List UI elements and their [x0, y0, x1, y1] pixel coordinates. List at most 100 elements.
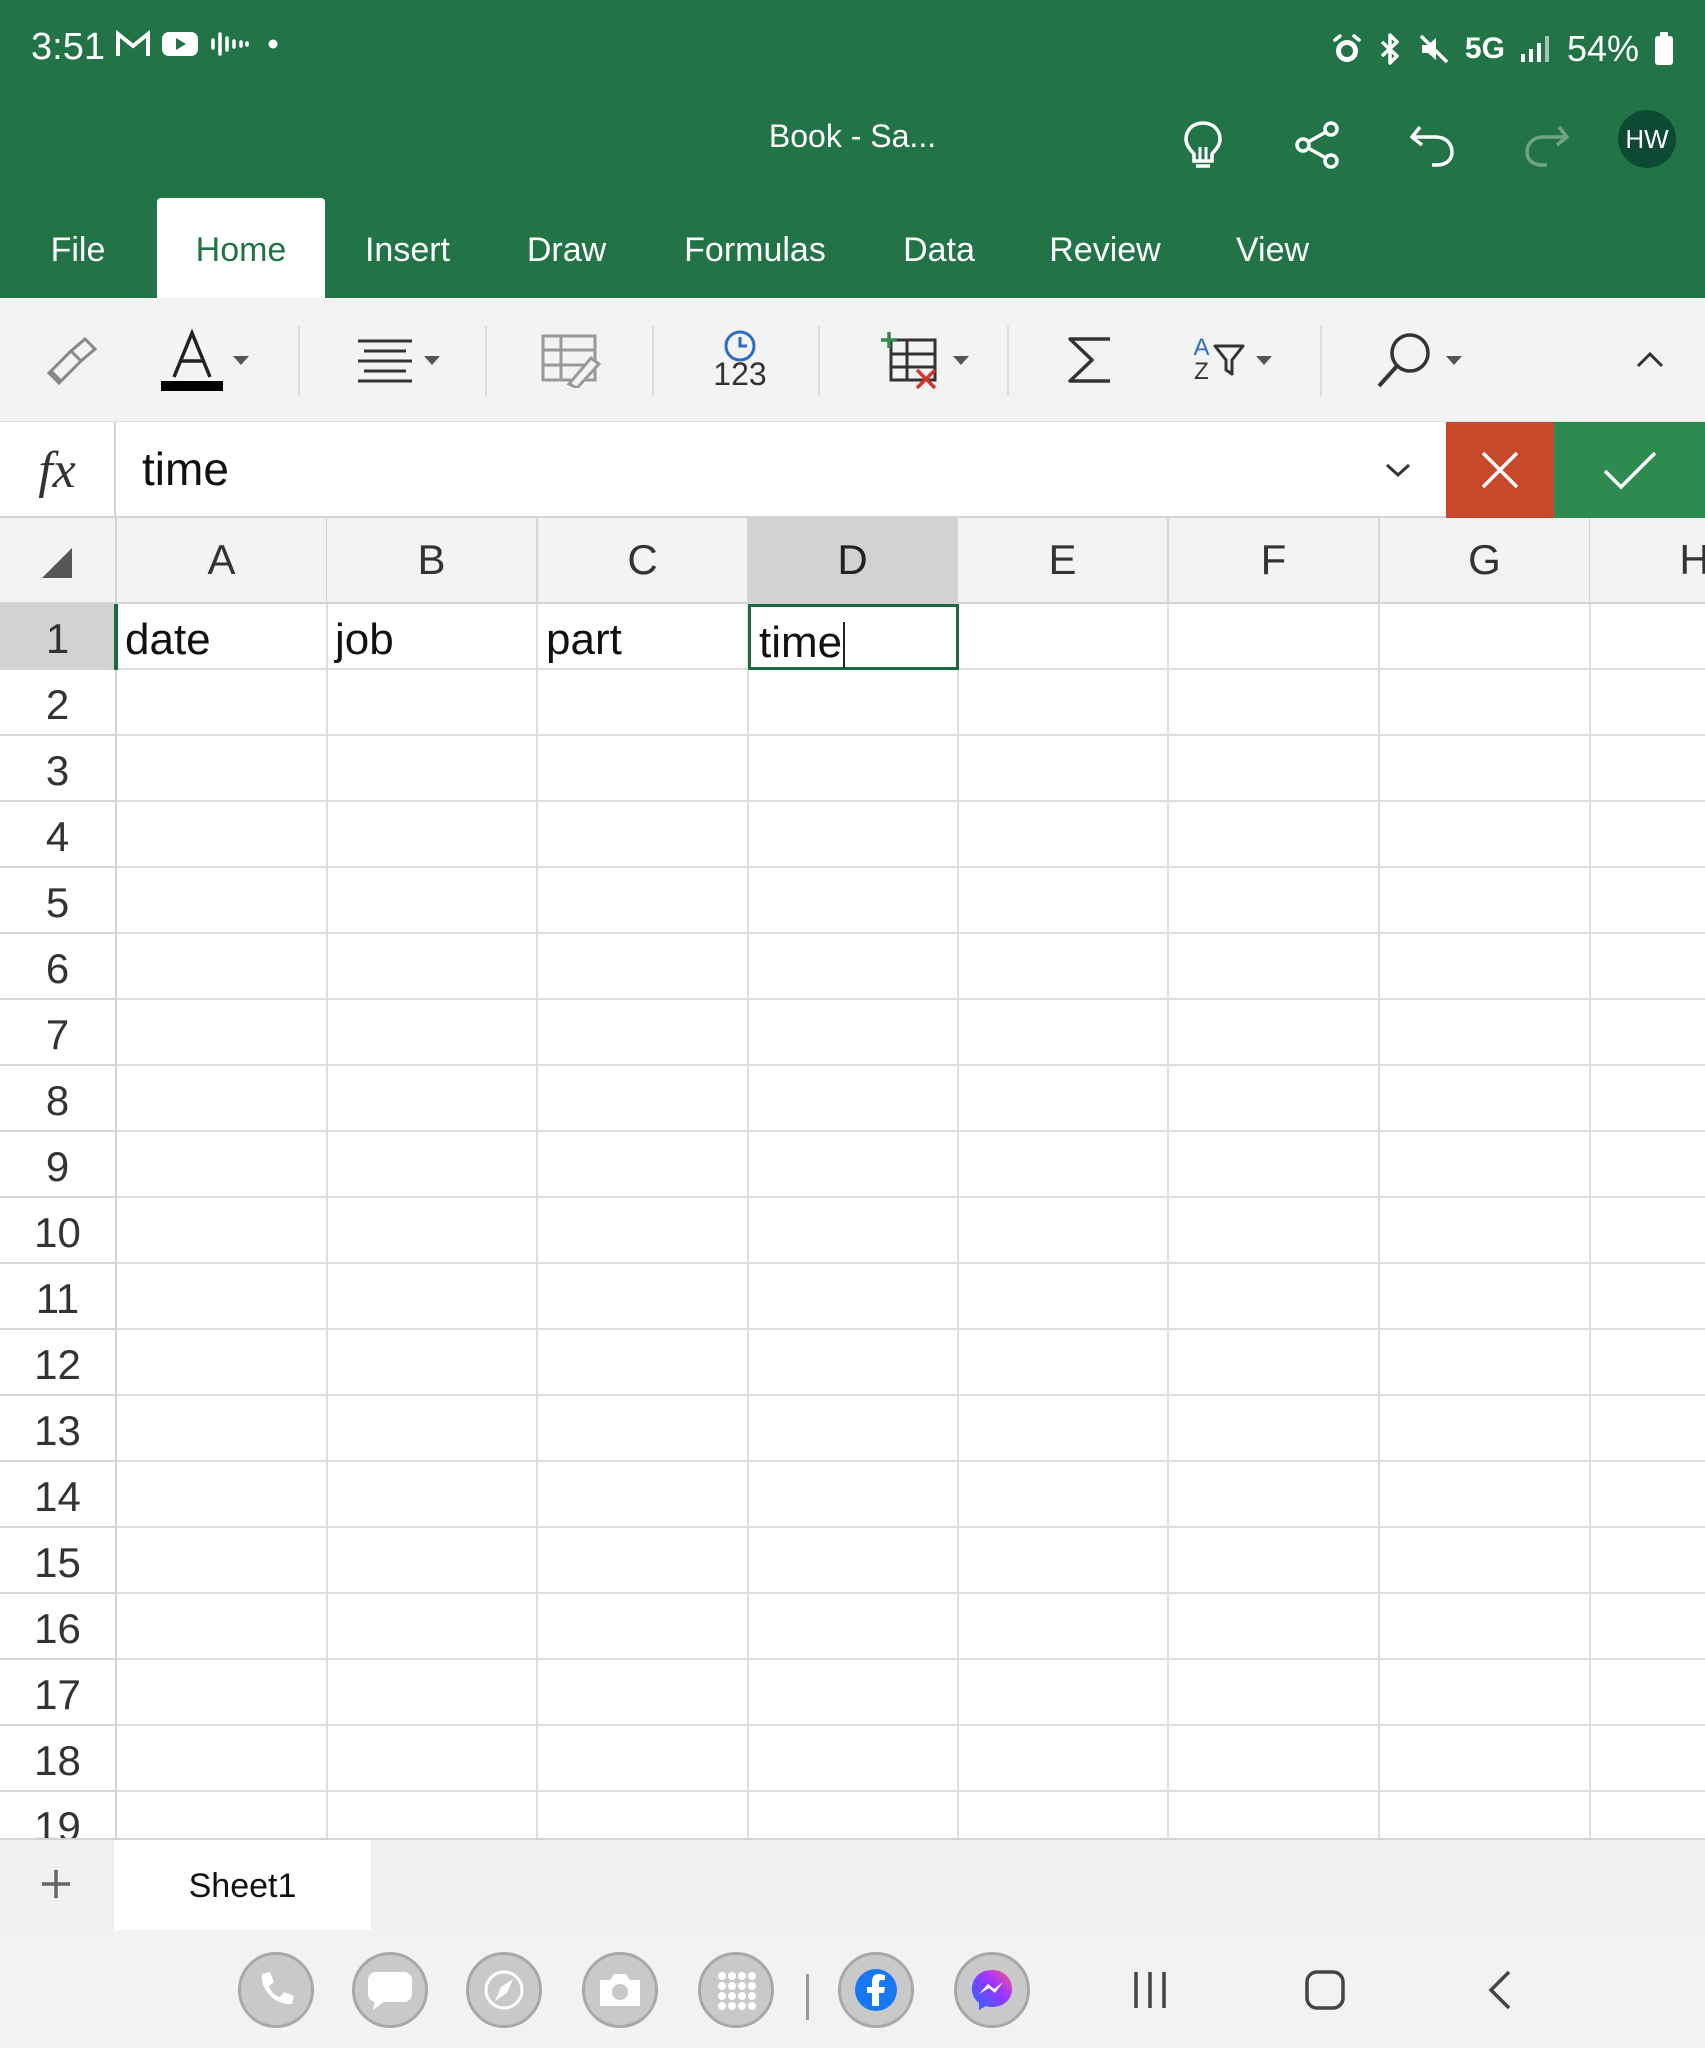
cell-e9[interactable]: [958, 1132, 1169, 1198]
cell-f16[interactable]: [1169, 1594, 1380, 1660]
column-header-c[interactable]: C: [538, 518, 749, 604]
cell-c3[interactable]: [538, 736, 749, 802]
cell-g13[interactable]: [1380, 1396, 1591, 1462]
formula-input[interactable]: time: [142, 442, 229, 496]
cell-d3[interactable]: [748, 736, 959, 802]
cell-c10[interactable]: [538, 1198, 749, 1264]
cell-f14[interactable]: [1169, 1462, 1380, 1528]
cell-g18[interactable]: [1380, 1726, 1591, 1792]
cell-e17[interactable]: [958, 1660, 1169, 1726]
cell-h18[interactable]: [1590, 1726, 1705, 1792]
cell-e11[interactable]: [958, 1264, 1169, 1330]
cell-e16[interactable]: [958, 1594, 1169, 1660]
row-header-17[interactable]: 17: [0, 1660, 117, 1726]
browser-app-button[interactable]: [466, 1952, 542, 2028]
enter-button[interactable]: [1554, 422, 1705, 518]
row-header-6[interactable]: 6: [0, 934, 117, 1000]
cell-d12[interactable]: [748, 1330, 959, 1396]
font-color-button[interactable]: [150, 320, 260, 400]
cell-g2[interactable]: [1380, 670, 1591, 736]
column-header-b[interactable]: B: [327, 518, 538, 604]
cell-e3[interactable]: [958, 736, 1169, 802]
cell-g10[interactable]: [1380, 1198, 1591, 1264]
cell-d9[interactable]: [748, 1132, 959, 1198]
cell-g6[interactable]: [1380, 934, 1591, 1000]
add-sheet-button[interactable]: [30, 1858, 82, 1910]
cell-b6[interactable]: [327, 934, 538, 1000]
cell-c16[interactable]: [538, 1594, 749, 1660]
cell-h3[interactable]: [1590, 736, 1705, 802]
cell-c15[interactable]: [538, 1528, 749, 1594]
cell-f7[interactable]: [1169, 1000, 1380, 1066]
tab-insert[interactable]: Insert: [345, 198, 470, 298]
cell-b11[interactable]: [327, 1264, 538, 1330]
avatar[interactable]: HW: [1618, 110, 1676, 168]
undo-icon[interactable]: [1397, 110, 1467, 180]
cell-styles-icon[interactable]: [530, 320, 610, 400]
row-header-4[interactable]: 4: [0, 802, 117, 868]
cell-a15[interactable]: [117, 1528, 328, 1594]
cell-d4[interactable]: [748, 802, 959, 868]
cell-g17[interactable]: [1380, 1660, 1591, 1726]
column-header-h[interactable]: H: [1590, 518, 1705, 604]
cell-d17[interactable]: [748, 1660, 959, 1726]
cell-a17[interactable]: [117, 1660, 328, 1726]
cell-g4[interactable]: [1380, 802, 1591, 868]
cell-g7[interactable]: [1380, 1000, 1591, 1066]
cell-e13[interactable]: [958, 1396, 1169, 1462]
messenger-app-button[interactable]: [954, 1952, 1030, 2028]
cell-g19[interactable]: [1380, 1792, 1591, 1838]
cell-g12[interactable]: [1380, 1330, 1591, 1396]
cell-h19[interactable]: [1590, 1792, 1705, 1838]
cell-b18[interactable]: [327, 1726, 538, 1792]
cell-d8[interactable]: [748, 1066, 959, 1132]
cell-h12[interactable]: [1590, 1330, 1705, 1396]
facebook-app-button[interactable]: [838, 1952, 914, 2028]
row-header-9[interactable]: 9: [0, 1132, 117, 1198]
cell-f3[interactable]: [1169, 736, 1380, 802]
cell-e1[interactable]: [958, 604, 1169, 670]
cell-e14[interactable]: [958, 1462, 1169, 1528]
cell-h15[interactable]: [1590, 1528, 1705, 1594]
cell-f8[interactable]: [1169, 1066, 1380, 1132]
cell-b7[interactable]: [327, 1000, 538, 1066]
tab-data[interactable]: Data: [880, 198, 998, 298]
share-icon[interactable]: [1282, 110, 1352, 180]
cell-c9[interactable]: [538, 1132, 749, 1198]
cell-h16[interactable]: [1590, 1594, 1705, 1660]
cell-h11[interactable]: [1590, 1264, 1705, 1330]
row-header-2[interactable]: 2: [0, 670, 117, 736]
insert-delete-button[interactable]: [865, 320, 980, 400]
cell-g8[interactable]: [1380, 1066, 1591, 1132]
sheet-tab[interactable]: Sheet1: [114, 1840, 371, 1932]
cell-d18[interactable]: [748, 1726, 959, 1792]
column-header-g[interactable]: G: [1380, 518, 1591, 604]
cancel-button[interactable]: [1446, 422, 1554, 518]
cell-d15[interactable]: [748, 1528, 959, 1594]
cell-a6[interactable]: [117, 934, 328, 1000]
row-header-7[interactable]: 7: [0, 1000, 117, 1066]
phone-app-button[interactable]: [238, 1952, 314, 2028]
column-header-e[interactable]: E: [958, 518, 1169, 604]
cell-e10[interactable]: [958, 1198, 1169, 1264]
tab-home[interactable]: Home: [157, 198, 325, 298]
row-header-15[interactable]: 15: [0, 1528, 117, 1594]
row-header-18[interactable]: 18: [0, 1726, 117, 1792]
cell-f15[interactable]: [1169, 1528, 1380, 1594]
cell-e7[interactable]: [958, 1000, 1169, 1066]
cell-g3[interactable]: [1380, 736, 1591, 802]
cell-a10[interactable]: [117, 1198, 328, 1264]
home-button[interactable]: [1290, 1958, 1360, 2022]
cell-h14[interactable]: [1590, 1462, 1705, 1528]
cell-e15[interactable]: [958, 1528, 1169, 1594]
cell-c5[interactable]: [538, 868, 749, 934]
select-all-button[interactable]: [0, 518, 117, 604]
cell-c12[interactable]: [538, 1330, 749, 1396]
cell-b1[interactable]: job: [327, 604, 538, 670]
cell-h5[interactable]: [1590, 868, 1705, 934]
cell-e4[interactable]: [958, 802, 1169, 868]
cell-b5[interactable]: [327, 868, 538, 934]
cell-b14[interactable]: [327, 1462, 538, 1528]
cell-a7[interactable]: [117, 1000, 328, 1066]
column-header-d[interactable]: D: [748, 518, 959, 604]
